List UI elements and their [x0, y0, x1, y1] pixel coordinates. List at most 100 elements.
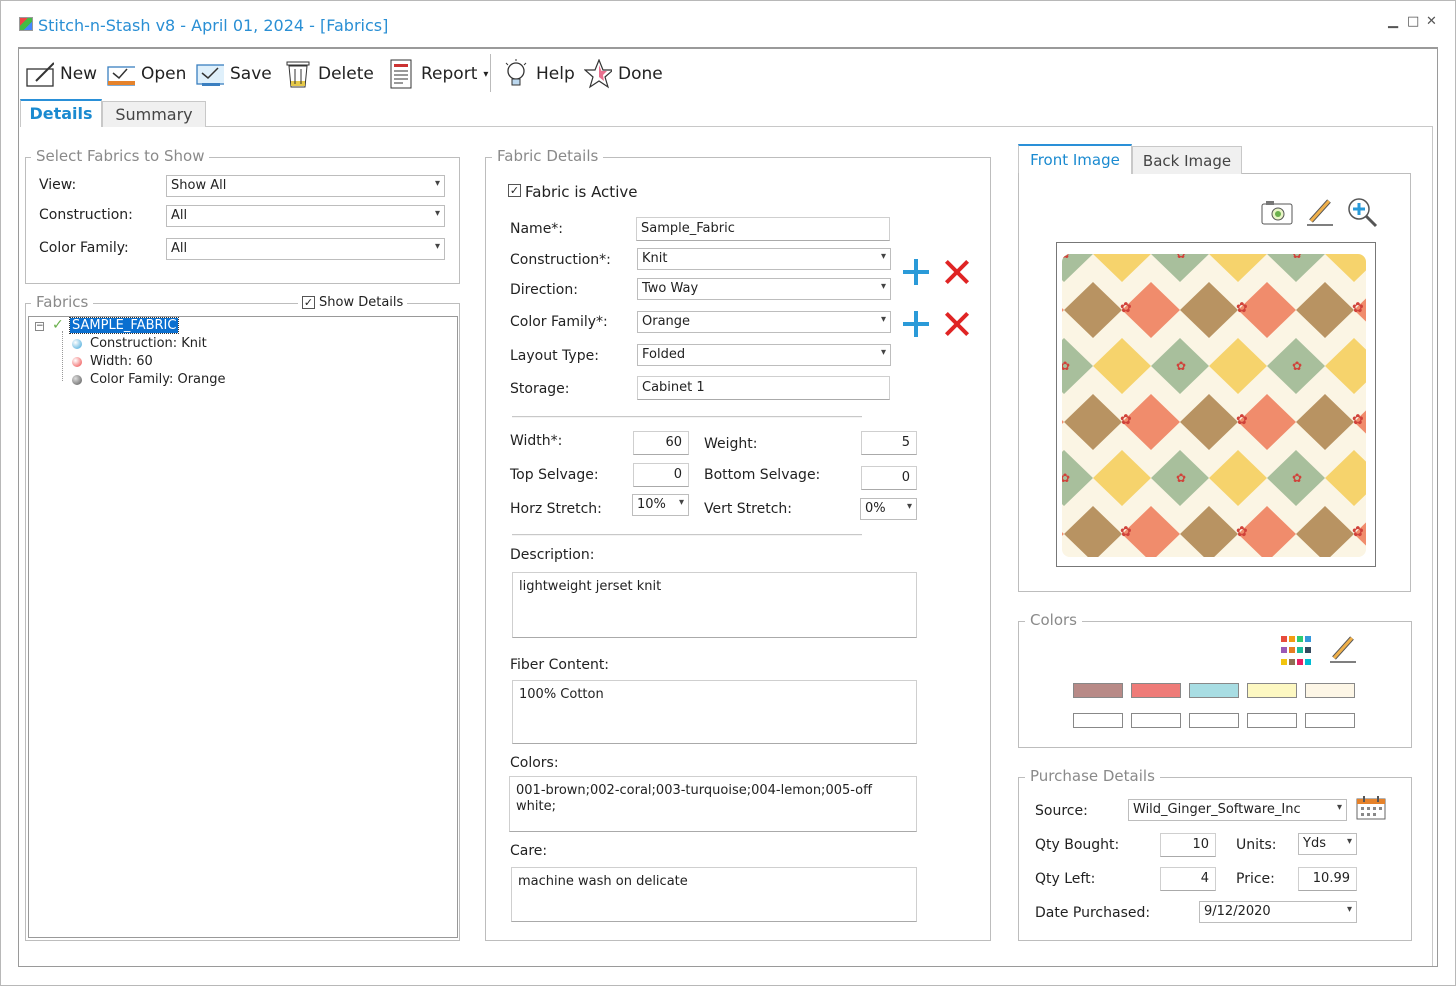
storage-input[interactable]: Cabinet 1 — [637, 376, 890, 400]
bottom-selvage-input[interactable]: 0 — [861, 466, 917, 490]
construction-filter-select[interactable]: All — [166, 205, 445, 227]
new-button[interactable]: New — [26, 58, 97, 90]
tree-root-item[interactable]: SAMPLE_FABRIC — [68, 317, 180, 334]
help-button[interactable]: Help — [502, 58, 575, 90]
direction-select[interactable]: Two Way — [637, 278, 891, 300]
tab-front-image[interactable]: Front Image — [1018, 144, 1132, 174]
tab-strip-line — [206, 126, 1433, 127]
minimize-button[interactable]: ▁ — [1388, 14, 1398, 29]
image-tab-line — [1242, 173, 1411, 174]
fiber-content-textarea[interactable]: 100% Cotton — [512, 680, 917, 744]
save-icon — [196, 60, 224, 88]
delete-color-family-icon[interactable] — [945, 312, 969, 336]
fiber-content-label: Fiber Content: — [510, 657, 610, 673]
tab-panel-edge — [1432, 126, 1433, 966]
construction-filter-label: Construction: — [39, 207, 133, 223]
report-dropdown-icon: ▾ — [483, 68, 489, 80]
add-color-family-icon[interactable] — [903, 311, 929, 337]
edit-colors-pencil-icon[interactable] — [1328, 634, 1358, 668]
units-label: Units: — [1236, 837, 1277, 853]
description-textarea[interactable]: lightweight jerset knit — [512, 572, 917, 638]
show-details-toggle[interactable]: ✓ Show Details — [298, 295, 408, 310]
camera-icon[interactable] — [1261, 199, 1293, 229]
collapse-icon[interactable]: − — [35, 322, 44, 331]
care-textarea[interactable]: machine wash on delicate — [511, 867, 917, 922]
colors-label: Colors: — [510, 755, 559, 771]
select-fabrics-title: Select Fabrics to Show — [31, 147, 210, 165]
weight-input[interactable]: 5 — [861, 431, 917, 455]
width-input[interactable]: 60 — [633, 431, 689, 455]
vert-stretch-label: Vert Stretch: — [704, 501, 793, 517]
color-swatch[interactable] — [1073, 683, 1123, 698]
construction-select[interactable]: Knit — [637, 248, 891, 270]
horz-stretch-label: Horz Stretch: — [510, 501, 602, 517]
color-swatch[interactable] — [1189, 683, 1239, 698]
direction-label: Direction: — [510, 282, 578, 298]
color-swatch-empty[interactable] — [1247, 713, 1297, 728]
fabric-active-checkbox[interactable]: ✓ — [508, 184, 521, 197]
color-swatch[interactable] — [1247, 683, 1297, 698]
qty-left-label: Qty Left: — [1035, 871, 1096, 887]
zoom-icon[interactable] — [1346, 196, 1378, 232]
fabric-front-image: ✿ ✿ — [1062, 254, 1366, 557]
color-swatch-empty[interactable] — [1305, 713, 1355, 728]
tree-child-construction[interactable]: Construction: Knit — [90, 336, 207, 351]
bottom-selvage-label: Bottom Selvage: — [704, 467, 821, 483]
fabrics-title: Fabrics — [31, 293, 94, 311]
tree-child-width[interactable]: Width: 60 — [90, 354, 153, 369]
top-selvage-input[interactable]: 0 — [633, 463, 689, 487]
description-label: Description: — [510, 547, 595, 563]
close-button[interactable]: ✕ — [1426, 14, 1437, 29]
fabrics-tree[interactable] — [28, 316, 458, 938]
layout-type-select[interactable]: Folded — [637, 344, 891, 366]
price-input[interactable]: 10.99 — [1298, 867, 1357, 891]
color-swatch-empty[interactable] — [1073, 713, 1123, 728]
units-select[interactable]: Yds — [1298, 833, 1357, 855]
calendar-icon[interactable] — [1356, 796, 1386, 824]
view-label: View: — [39, 177, 77, 193]
name-label: Name*: — [510, 221, 564, 237]
done-button[interactable]: Done — [584, 58, 663, 90]
window-title: Stitch-n-Stash v8 - April 01, 2024 - [Fa… — [38, 16, 389, 35]
vert-stretch-select[interactable]: 0% — [860, 498, 917, 520]
horz-stretch-select[interactable]: 10% — [632, 494, 689, 516]
color-family-node-icon — [72, 375, 82, 385]
maximize-button[interactable]: □ — [1407, 14, 1419, 29]
purchase-details-title: Purchase Details — [1025, 767, 1160, 785]
tree-line — [62, 331, 63, 381]
qty-bought-input[interactable]: 10 — [1160, 833, 1216, 857]
trash-icon — [284, 60, 312, 88]
color-swatch-empty[interactable] — [1189, 713, 1239, 728]
tree-child-color-family[interactable]: Color Family: Orange — [90, 372, 226, 387]
add-construction-icon[interactable] — [903, 259, 929, 285]
delete-construction-icon[interactable] — [945, 260, 969, 284]
tab-details[interactable]: Details — [20, 99, 102, 127]
color-family-select[interactable]: Orange — [637, 311, 891, 333]
date-purchased-picker[interactable]: 9/12/2020 — [1199, 901, 1357, 923]
report-button[interactable]: Report ▾ — [387, 58, 488, 90]
open-button[interactable]: Open — [107, 58, 186, 90]
tab-summary[interactable]: Summary — [102, 101, 206, 127]
show-details-checkbox[interactable]: ✓ — [302, 296, 315, 309]
delete-button[interactable]: Delete — [284, 58, 374, 90]
color-swatch-empty[interactable] — [1131, 713, 1181, 728]
color-family-filter-select[interactable]: All — [166, 238, 445, 260]
source-select[interactable]: Wild_Ginger_Software_Inc — [1128, 799, 1347, 821]
colors-panel-title: Colors — [1025, 611, 1082, 629]
qty-left-input[interactable]: 4 — [1160, 867, 1216, 891]
tab-back-image[interactable]: Back Image — [1132, 146, 1242, 174]
color-palette-icon[interactable] — [1281, 636, 1313, 668]
name-input[interactable]: Sample_Fabric — [636, 217, 890, 241]
color-family-filter-label: Color Family: — [39, 240, 129, 256]
price-label: Price: — [1236, 871, 1275, 887]
colors-textarea[interactable]: 001-brown;002-coral;003-turquoise;004-le… — [509, 776, 917, 832]
save-button[interactable]: Save — [196, 58, 272, 90]
color-swatch[interactable] — [1131, 683, 1181, 698]
view-select[interactable]: Show All — [166, 175, 445, 197]
divider — [512, 534, 862, 536]
width-label: Width*: — [510, 433, 563, 449]
open-icon — [107, 60, 135, 88]
edit-image-pencil-icon[interactable] — [1305, 197, 1335, 231]
top-selvage-label: Top Selvage: — [510, 467, 599, 483]
color-swatch[interactable] — [1305, 683, 1355, 698]
